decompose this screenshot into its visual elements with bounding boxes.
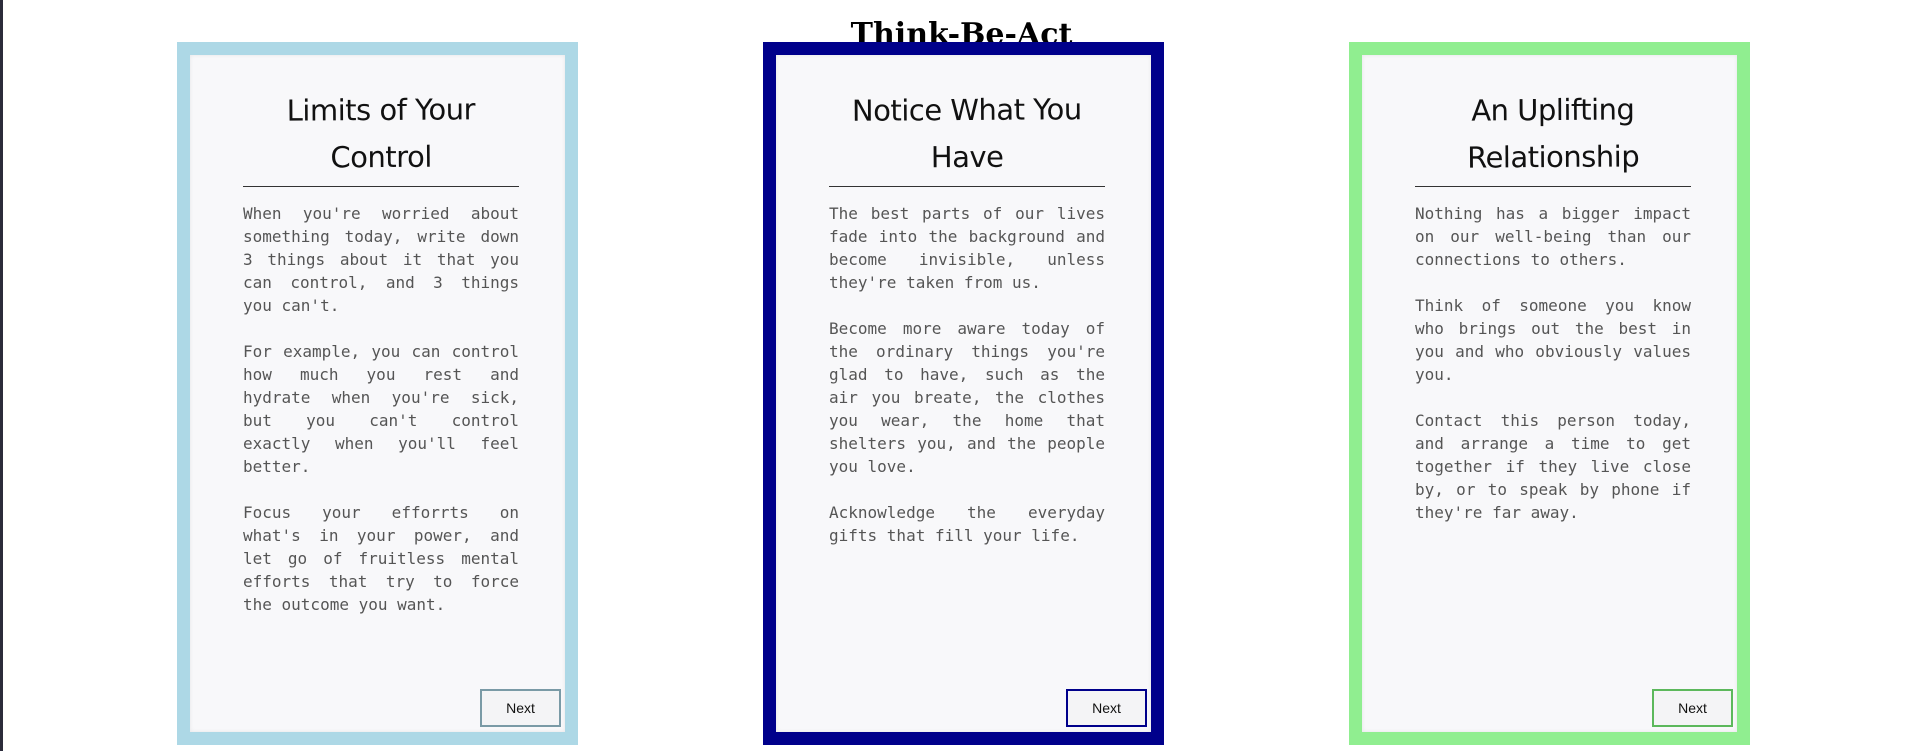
card-paragraph: Think of someone you know who brings out… — [1415, 296, 1691, 384]
next-button[interactable]: Next — [480, 689, 561, 727]
card-an-uplifting-relationship: An Uplifting Relationship Nothing has a … — [1349, 42, 1750, 745]
card-title: Notice What You Have — [851, 92, 1082, 175]
card-body: Nothing has a bigger impact on our well-… — [1415, 202, 1691, 547]
window-edge — [0, 0, 3, 751]
card-title: An Uplifting Relationship — [1467, 92, 1640, 175]
card-title: Limits of Your Control — [286, 92, 476, 175]
card-paragraph: For example, you can control how much yo… — [243, 342, 519, 476]
card-paragraph: Focus your efforrts on what's in your po… — [243, 503, 519, 614]
next-button[interactable]: Next — [1652, 689, 1733, 727]
card-body: The best parts of our lives fade into th… — [829, 202, 1105, 570]
next-button[interactable]: Next — [1066, 689, 1147, 727]
card-paragraph: Nothing has a bigger impact on our well-… — [1415, 204, 1691, 269]
card-divider — [243, 186, 519, 187]
card-paragraph: Contact this person today, and arrange a… — [1415, 411, 1691, 522]
card-limits-of-your-control: Limits of Your Control When you're worri… — [177, 42, 578, 745]
card-body: When you're worried about something toda… — [243, 202, 519, 639]
card-paragraph: Acknowledge the everyday gifts that fill… — [829, 503, 1105, 545]
card-divider — [829, 186, 1105, 187]
card-paragraph: The best parts of our lives fade into th… — [829, 204, 1105, 292]
card-paragraph: Become more aware today of the ordinary … — [829, 319, 1105, 476]
card-notice-what-you-have: Notice What You Have The best parts of o… — [763, 42, 1164, 745]
card-divider — [1415, 186, 1691, 187]
card-paragraph: When you're worried about something toda… — [243, 204, 519, 315]
